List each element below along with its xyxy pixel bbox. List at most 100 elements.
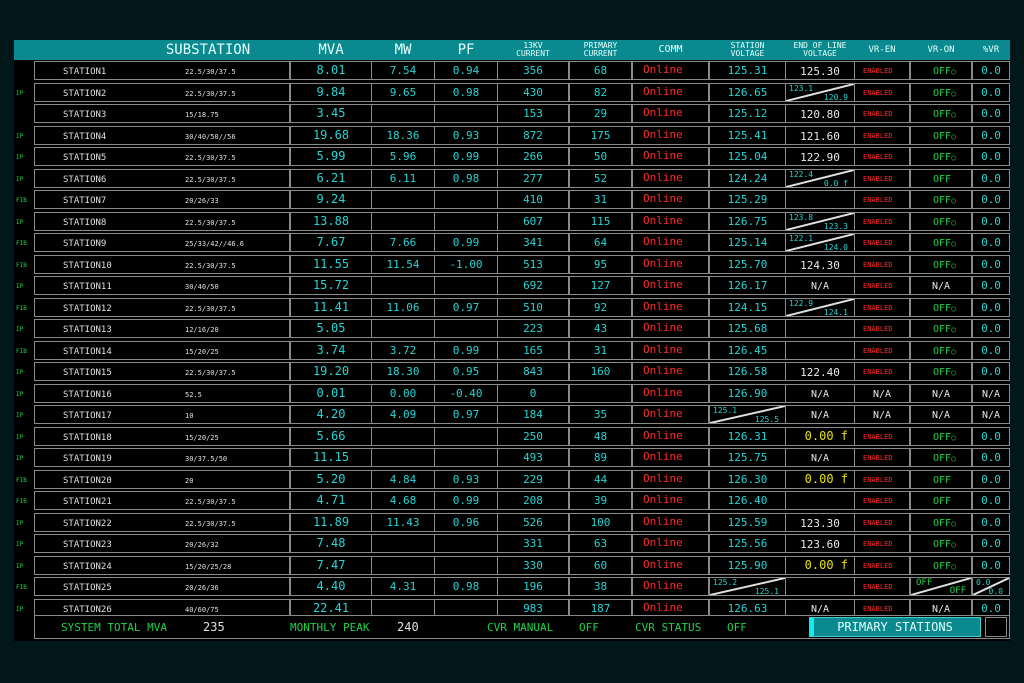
- mva-value-cell: 13.88: [290, 211, 372, 231]
- kv-current-value-cell: 208: [497, 491, 569, 510]
- primary-current-value: 92: [593, 300, 608, 314]
- table-row[interactable]: IP STATION11 30/40/50 15.72 692 127 Online 126.…: [14, 276, 1010, 297]
- table-row[interactable]: FIB STATION10 22.5/30/37.5 11.55 11.54 -1.00 5…: [14, 254, 1010, 276]
- vr-on-cell: OFF○: [910, 512, 972, 532]
- primary-current-value-cell: 31: [569, 340, 632, 360]
- mw-value-cell: [371, 319, 435, 338]
- table-row[interactable]: IP STATION2 22.5/30/37.5 9.84 9.65 0.98 430 82 O…: [14, 82, 1010, 104]
- mva-value-cell: 4.71: [290, 491, 372, 510]
- eol-voltage-cell: 124.30: [785, 254, 855, 274]
- mva-value: 6.21: [316, 170, 346, 185]
- eol-voltage-cell: 120.80: [785, 104, 855, 123]
- vr-on-text: OFF: [933, 345, 952, 357]
- table-row[interactable]: IP STATION19 30/37.5/50 11.15 493 89 Online 125…: [14, 448, 1010, 469]
- primary-current-value-cell: 89: [569, 448, 632, 467]
- station-link-type: FIB: [16, 584, 27, 591]
- mva-value-cell: 0.01: [290, 383, 372, 403]
- table-row[interactable]: STATION3 15/18.75 3.45 153 29 Online 125.12 120…: [14, 104, 1010, 125]
- table-row[interactable]: STATION1 22.5/30/37.5 8.01 7.54 0.94 356 68 Onl…: [14, 61, 1010, 82]
- eol-voltage-a: 122.4: [789, 169, 814, 179]
- table-row[interactable]: IP STATION18 15/20/25 5.66 250 48 Online 126.31…: [14, 426, 1010, 448]
- station-voltage: 125.68: [727, 322, 768, 335]
- primary-current-value-cell: 63: [569, 534, 632, 553]
- pct-vr-cell: 0.0: [972, 254, 1010, 274]
- status-footer: SYSTEM TOTAL MVA 235 MONTHLY PEAK 240 CV…: [34, 615, 1010, 639]
- pf-value: -1.00: [449, 257, 483, 271]
- status-dot-icon: ○: [951, 540, 956, 549]
- vr-on-cell: OFF○: [910, 147, 972, 166]
- eol-voltage-cell: 125.30: [785, 61, 855, 80]
- table-row[interactable]: IP STATION24 15/20/25/28 7.47 330 60 Online 125…: [14, 555, 1010, 577]
- table-row[interactable]: FIB STATION20 20 5.20 4.84 0.93 229 44 Online 126…: [14, 469, 1010, 491]
- mva-value: 5.66: [316, 428, 346, 443]
- vr-enabled-status: ENABLED: [863, 67, 893, 75]
- vr-on-text: OFF: [933, 259, 952, 271]
- station-voltage: 126.75: [727, 214, 768, 228]
- mva-value-cell: 7.47: [290, 555, 372, 575]
- station-name: STATION4: [63, 131, 107, 142]
- table-row[interactable]: IP STATION23 20/26/32 7.48 331 63 Online 125.56…: [14, 534, 1010, 555]
- pf-value-cell: 0.95: [434, 362, 498, 381]
- eol-voltage-cell: 121.60: [785, 125, 855, 145]
- station-rating: 30/40/50//56: [185, 132, 236, 141]
- vr-on-cell: N/A: [910, 276, 972, 295]
- station-link-type: IP: [16, 132, 24, 140]
- table-row[interactable]: IP STATION4 30/40/50//56 19.68 18.36 0.93 872 1…: [14, 125, 1010, 147]
- table-row[interactable]: IP STATION22 22.5/30/37.5 11.89 11.43 0.96 526…: [14, 512, 1010, 534]
- station-voltage-cell: 125.56: [709, 534, 786, 553]
- station-name: STATION21: [63, 497, 112, 507]
- mva-value-cell: 7.48: [290, 534, 372, 553]
- table-row[interactable]: FIB STATION7 20/26/33 9.24 410 31 Online 125.29…: [14, 190, 1010, 211]
- table-row[interactable]: IP STATION6 22.5/30/37.5 6.21 6.11 0.98 277 52 O…: [14, 168, 1010, 190]
- mw-value-cell: [371, 426, 435, 446]
- mw-value-cell: [371, 211, 435, 231]
- kv-current-value: 983: [523, 601, 543, 615]
- vr-on-text: OFF: [933, 367, 952, 378]
- vr-enabled-cell: ENABLED: [854, 82, 910, 102]
- vr-on-cell: OFF OFF: [910, 577, 972, 596]
- station-link-type: IP: [16, 390, 24, 398]
- station-voltage-a: 125.2: [713, 578, 738, 587]
- table-row[interactable]: FIB STATION25 20/26/36 4.40 4.31 0.98 196 38 Onl…: [14, 577, 1010, 598]
- primary-current-value: 160: [590, 365, 611, 378]
- eol-voltage-cell: N/A: [785, 276, 855, 295]
- vr-on-cell: OFF○: [910, 297, 972, 317]
- mva-value-cell: 9.84: [290, 82, 372, 102]
- table-row[interactable]: FIB STATION21 22.5/30/37.5 4.71 4.68 0.99 208 3…: [14, 491, 1010, 512]
- mva-value: 9.24: [316, 192, 346, 206]
- station-link-type: FIB: [16, 197, 27, 204]
- kv-current-value-cell: 872: [497, 125, 569, 145]
- station-voltage-cell: 126.30: [709, 469, 786, 489]
- station-voltage: 126.58: [727, 365, 768, 378]
- table-row[interactable]: IP STATION17 10 4.20 4.09 0.97 184 35 Online 125.…: [14, 405, 1010, 426]
- table-row[interactable]: IP STATION13 12/16/20 5.05 223 43 Online 125.68…: [14, 319, 1010, 340]
- table-row[interactable]: FIB STATION14 15/20/25 3.74 3.72 0.99 165 31 Onl…: [14, 340, 1010, 362]
- mw-value: 4.09: [389, 408, 417, 421]
- pct-vr: 0.0: [981, 451, 1001, 464]
- table-row[interactable]: IP STATION16 52.5 0.01 0.00 -0.40 0 Online 126.9…: [14, 383, 1010, 405]
- mva-value: 22.41: [312, 600, 350, 615]
- table-row[interactable]: FIB STATION12 22.5/30/37.5 11.41 11.06 0.97 51…: [14, 297, 1010, 319]
- vr-on-status: OFF: [933, 475, 951, 486]
- station-rating: 22.5/30/37.5: [185, 89, 236, 98]
- mw-value: 7.66: [389, 236, 417, 249]
- table-row[interactable]: FIB STATION9 25/33/42//46.6 7.67 7.66 0.99 341…: [14, 233, 1010, 254]
- table-row[interactable]: IP STATION5 22.5/30/37.5 5.99 5.96 0.99 266 50 O…: [14, 147, 1010, 168]
- mw-value-cell: 7.66: [371, 233, 435, 252]
- mva-value: 19.68: [312, 127, 350, 142]
- table-row[interactable]: IP STATION8 22.5/30/37.5 13.88 607 115 Online 1…: [14, 211, 1010, 233]
- pf-value: 0.98: [452, 171, 480, 185]
- header-primary-current: PRIMARY CURRENT: [583, 41, 618, 58]
- pct-vr-cell: 0.0: [972, 448, 1010, 467]
- primary-stations-button[interactable]: PRIMARY STATIONS: [809, 617, 981, 637]
- station-rating: 22.5/30/37.5: [185, 498, 236, 506]
- station-voltage-cell: 125.12: [709, 104, 786, 123]
- vr-on-status: OFF○: [933, 324, 956, 335]
- primary-current-value-cell: 48: [569, 426, 632, 446]
- mw-value: 5.96: [389, 150, 417, 163]
- pct-vr-cell: 0.0: [972, 168, 1010, 188]
- mva-value: 7.48: [316, 536, 346, 550]
- header-comm: COMM: [658, 44, 683, 55]
- mw-value-cell: 4.68: [371, 491, 435, 510]
- table-row[interactable]: IP STATION15 22.5/30/37.5 19.20 18.30 0.95 843…: [14, 362, 1010, 383]
